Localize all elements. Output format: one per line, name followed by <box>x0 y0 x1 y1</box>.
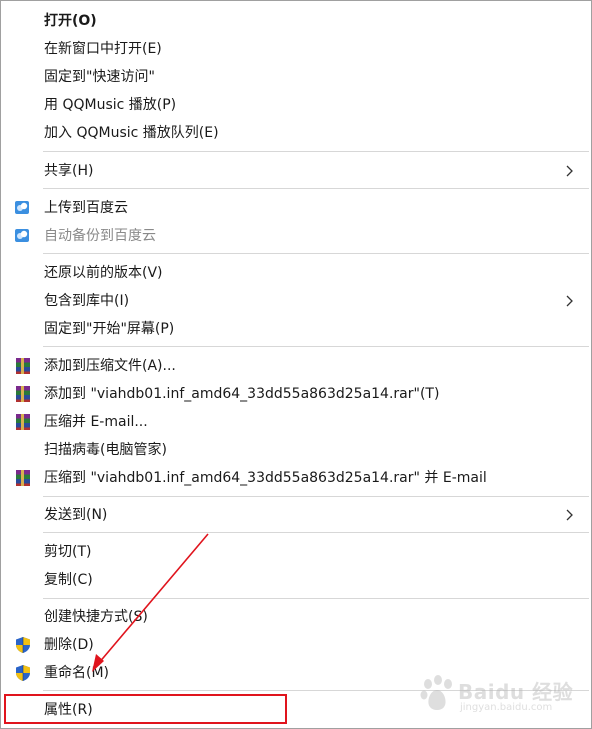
menu-item-label: 创建快捷方式(S) <box>44 609 148 625</box>
menu-item-label: 共享(H) <box>44 163 94 179</box>
baidu-paw-icon <box>420 675 452 710</box>
uac-shield-icon <box>16 637 30 653</box>
menu-separator <box>43 598 589 599</box>
menu-item-label: 还原以前的版本(V) <box>44 265 163 281</box>
menu-item-label: 扫描病毒(电脑管家) <box>44 442 167 458</box>
menu-item-add-to-rar[interactable]: 添加到 "viahdb01.inf_amd64_33dd55a863d25a14… <box>2 380 590 408</box>
winrar-icon <box>16 470 30 486</box>
menu-item-pin-start[interactable]: 固定到"开始"屏幕(P) <box>2 315 590 343</box>
menu-item-label: 添加到压缩文件(A)... <box>44 358 176 374</box>
menu-item-add-archive[interactable]: 添加到压缩文件(A)... <box>2 352 590 380</box>
menu-item-label: 固定到"快速访问" <box>44 69 155 85</box>
menu-item-scan-virus[interactable]: 扫描病毒(电脑管家) <box>2 436 590 464</box>
watermark-text: Baidu 经验 <box>458 680 574 704</box>
menu-item-label: 上传到百度云 <box>44 200 128 216</box>
menu-item-play-qqmusic[interactable]: 用 QQMusic 播放(P) <box>2 91 590 119</box>
menu-item-include-library[interactable]: 包含到库中(I) <box>2 287 590 315</box>
menu-item-label: 在新窗口中打开(E) <box>44 41 162 57</box>
winrar-icon <box>16 386 30 402</box>
menu-item-label: 用 QQMusic 播放(P) <box>44 97 177 113</box>
menu-item-restore-versions[interactable]: 还原以前的版本(V) <box>2 259 590 287</box>
chevron-right-icon <box>566 165 573 177</box>
menu-separator <box>43 496 589 497</box>
menu-separator <box>43 346 589 347</box>
winrar-icon <box>16 358 30 374</box>
menu-item-label: 压缩到 "viahdb01.inf_amd64_33dd55a863d25a14… <box>44 470 487 486</box>
baidu-cloud-icon <box>15 229 29 242</box>
menu-item-label: 剪切(T) <box>44 544 92 560</box>
menu-item-open[interactable]: 打开(O) <box>2 7 590 35</box>
context-menu: 打开(O) 在新窗口中打开(E) 固定到"快速访问" 用 QQMusic 播放(… <box>0 0 592 729</box>
annotation-highlight-box <box>4 694 287 724</box>
uac-shield-icon <box>16 665 30 681</box>
menu-item-label: 重命名(M) <box>44 665 110 681</box>
baidu-cloud-icon <box>15 201 29 214</box>
menu-item-pin-quick-access[interactable]: 固定到"快速访问" <box>2 63 590 91</box>
menu-item-share[interactable]: 共享(H) <box>2 157 590 185</box>
menu-item-label: 发送到(N) <box>44 507 108 523</box>
watermark: Baidu 经验 jingyan.baidu.com <box>414 672 574 722</box>
winrar-icon <box>16 414 30 430</box>
menu-separator <box>43 151 589 152</box>
menu-item-compress-rar-email[interactable]: 压缩到 "viahdb01.inf_amd64_33dd55a863d25a14… <box>2 464 590 492</box>
chevron-right-icon <box>566 295 573 307</box>
menu-item-create-shortcut[interactable]: 创建快捷方式(S) <box>2 603 590 631</box>
menu-separator <box>43 188 589 189</box>
menu-separator <box>43 253 589 254</box>
menu-item-label: 添加到 "viahdb01.inf_amd64_33dd55a863d25a14… <box>44 386 440 402</box>
menu-item-auto-backup-baidu[interactable]: 自动备份到百度云 <box>2 222 590 250</box>
menu-item-compress-email[interactable]: 压缩并 E-mail... <box>2 408 590 436</box>
menu-item-delete[interactable]: 删除(D) <box>2 631 590 659</box>
menu-item-label: 打开(O) <box>44 13 97 29</box>
menu-item-upload-baidu[interactable]: 上传到百度云 <box>2 194 590 222</box>
menu-item-copy[interactable]: 复制(C) <box>2 566 590 594</box>
menu-item-cut[interactable]: 剪切(T) <box>2 538 590 566</box>
menu-item-queue-qqmusic[interactable]: 加入 QQMusic 播放队列(E) <box>2 119 590 147</box>
menu-item-send-to[interactable]: 发送到(N) <box>2 501 590 529</box>
menu-item-label: 固定到"开始"屏幕(P) <box>44 321 175 337</box>
menu-separator <box>43 532 589 533</box>
watermark-subtext: jingyan.baidu.com <box>460 702 553 713</box>
chevron-right-icon <box>566 509 573 521</box>
menu-item-open-new-window[interactable]: 在新窗口中打开(E) <box>2 35 590 63</box>
menu-item-label: 包含到库中(I) <box>44 293 130 309</box>
menu-item-label: 复制(C) <box>44 572 93 588</box>
menu-item-label: 删除(D) <box>44 637 94 653</box>
menu-item-label: 压缩并 E-mail... <box>44 414 148 430</box>
menu-item-label: 加入 QQMusic 播放队列(E) <box>44 125 219 141</box>
menu-item-label: 自动备份到百度云 <box>44 228 156 244</box>
